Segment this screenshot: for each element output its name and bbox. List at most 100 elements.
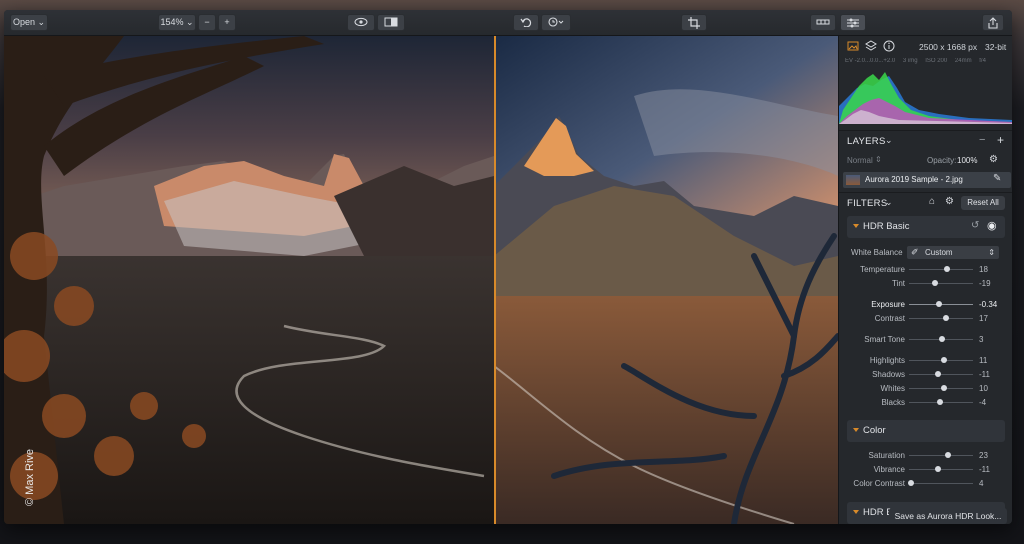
adjustments-panel: 2500 x 1668 px 32-bit EV -2.0...0.0...+2… xyxy=(838,36,1012,524)
slider-tint[interactable]: Tint -19 xyxy=(839,277,1012,291)
reset-all-button[interactable]: Reset All xyxy=(961,196,1005,210)
slider-knob[interactable] xyxy=(932,280,939,286)
zoom-in-button[interactable]: + xyxy=(218,14,236,31)
slider-label: Temperature xyxy=(860,265,905,274)
slider-value: 4 xyxy=(979,479,984,488)
slider-vibrance[interactable]: Vibrance -11 xyxy=(839,463,1012,477)
layer-item[interactable]: Aurora 2019 Sample - 2.jpg ✎ xyxy=(843,172,1011,188)
grid-icon xyxy=(816,19,830,25)
layers-header[interactable]: LAYERS ⌄ − + xyxy=(839,130,1012,150)
bit-depth: 32-bit xyxy=(985,42,1007,52)
opacity-label: Opacity: xyxy=(927,156,957,165)
blend-mode-select[interactable]: Normal xyxy=(847,156,873,165)
mask-icon[interactable]: ⌂ xyxy=(929,196,935,207)
slider-knob[interactable] xyxy=(934,371,941,377)
slider-color-contrast[interactable]: Color Contrast 4 xyxy=(839,477,1012,491)
slider-value: 17 xyxy=(979,314,988,323)
compare-divider-handle[interactable] xyxy=(494,36,496,524)
slider-track[interactable] xyxy=(909,318,973,319)
save-look-button[interactable]: Save as Aurora HDR Look... xyxy=(889,508,1007,524)
exif-iso: ISO 200 xyxy=(925,58,948,64)
slider-value: 3 xyxy=(979,335,984,344)
slider-label: Blacks xyxy=(881,398,905,407)
eyedropper-icon[interactable]: ✐ xyxy=(911,246,919,259)
image-icon[interactable] xyxy=(847,40,859,52)
slider-knob[interactable] xyxy=(936,399,943,405)
slider-blacks[interactable]: Blacks -4 xyxy=(839,396,1012,410)
slider-label: Contrast xyxy=(874,314,905,323)
reset-filter-icon[interactable]: ↺ xyxy=(971,220,979,231)
slider-knob[interactable] xyxy=(907,480,914,486)
slider-track[interactable] xyxy=(909,269,973,270)
zoom-select[interactable]: 154% ⌄ xyxy=(158,14,196,31)
slider-knob[interactable] xyxy=(936,301,943,307)
slider-saturation[interactable]: Saturation 23 xyxy=(839,449,1012,463)
layer-name: Aurora 2019 Sample - 2.jpg xyxy=(865,175,963,184)
slider-smart-tone[interactable]: Smart Tone 3 xyxy=(839,333,1012,347)
slider-track[interactable] xyxy=(909,469,973,470)
zoom-out-button[interactable]: − xyxy=(198,14,216,31)
slider-knob[interactable] xyxy=(939,336,946,342)
slider-highlights[interactable]: Highlights 11 xyxy=(839,354,1012,368)
brush-icon[interactable]: ✎ xyxy=(993,173,1001,184)
slider-track[interactable] xyxy=(909,483,973,484)
slider-knob[interactable] xyxy=(941,385,948,391)
gear-icon[interactable]: ⚙ xyxy=(945,196,954,207)
adjustments-button[interactable] xyxy=(840,14,866,31)
preview-toggle-button[interactable] xyxy=(347,14,375,31)
slider-track[interactable] xyxy=(909,455,973,456)
share-icon xyxy=(988,17,998,29)
white-balance-row: White Balance ✐ Custom ⇕ xyxy=(839,246,1012,259)
slider-knob[interactable] xyxy=(943,266,950,272)
hdr-basic-filter-header[interactable]: HDR Basic ↺ ◉ xyxy=(847,216,1005,238)
original-image-view: © Max Rive xyxy=(4,36,494,524)
compare-split-button[interactable] xyxy=(377,14,405,31)
slider-label: Shadows xyxy=(872,370,905,379)
crop-button[interactable] xyxy=(681,14,707,31)
image-canvas[interactable]: © Max Rive xyxy=(4,36,838,524)
slider-temperature[interactable]: Temperature 18 xyxy=(839,263,1012,277)
image-info-bar: 2500 x 1668 px 32-bit xyxy=(839,36,1012,56)
slider-knob[interactable] xyxy=(943,315,950,321)
opacity-value[interactable]: 100% xyxy=(957,156,977,165)
eye-icon xyxy=(354,17,368,27)
eye-icon[interactable]: ◉ xyxy=(987,219,997,232)
white-balance-select[interactable]: ✐ Custom ⇕ xyxy=(907,246,999,259)
gear-icon[interactable]: ⚙ xyxy=(989,154,998,165)
add-layer-button[interactable]: + xyxy=(997,133,1004,147)
slider-value: 18 xyxy=(979,265,988,274)
slider-whites[interactable]: Whites 10 xyxy=(839,382,1012,396)
slider-value: -4 xyxy=(979,398,987,407)
history-button[interactable] xyxy=(541,14,571,31)
exif-focal: 24mm xyxy=(954,58,972,64)
save-bar: Save as Aurora HDR Look... xyxy=(839,508,1012,524)
slider-label: Vibrance xyxy=(873,465,905,474)
slider-knob[interactable] xyxy=(945,452,952,458)
slider-knob[interactable] xyxy=(941,357,948,363)
open-button[interactable]: Open ⌄ xyxy=(10,14,48,31)
slider-contrast[interactable]: Contrast 17 xyxy=(839,312,1012,326)
slider-value: -0.34 xyxy=(979,300,998,309)
presets-button[interactable] xyxy=(810,14,836,31)
color-filter-header[interactable]: Color xyxy=(847,420,1005,442)
share-button[interactable] xyxy=(982,14,1004,31)
slider-track[interactable] xyxy=(909,283,973,284)
undo-button[interactable] xyxy=(513,14,539,31)
slider-value: 23 xyxy=(979,451,988,460)
slider-shadows[interactable]: Shadows -11 xyxy=(839,368,1012,382)
chevron-down-icon: ⌄ xyxy=(885,135,893,145)
white-balance-value: Custom xyxy=(925,248,953,257)
filters-header[interactable]: FILTERS ⌄ ⌂ ⚙ Reset All xyxy=(839,192,1012,212)
exif-info: EV -2.0...0.0...+2.0 3 img ISO 200 24mm … xyxy=(845,58,1009,64)
layers-stack-icon[interactable] xyxy=(865,40,877,52)
layer-options-row: Normal ⇕ Opacity: 100% ⚙ xyxy=(839,153,1012,169)
slider-label: Tint xyxy=(891,279,905,288)
slider-track[interactable] xyxy=(909,374,973,375)
exif-ev: EV -2.0...0.0...+2.0 xyxy=(845,58,896,64)
open-label: Open xyxy=(12,17,35,27)
slider-value: -11 xyxy=(979,465,990,474)
remove-layer-button[interactable]: − xyxy=(979,134,985,146)
slider-knob[interactable] xyxy=(934,466,941,472)
info-icon[interactable] xyxy=(883,40,895,52)
slider-exposure[interactable]: Exposure -0.34 xyxy=(839,298,1012,312)
